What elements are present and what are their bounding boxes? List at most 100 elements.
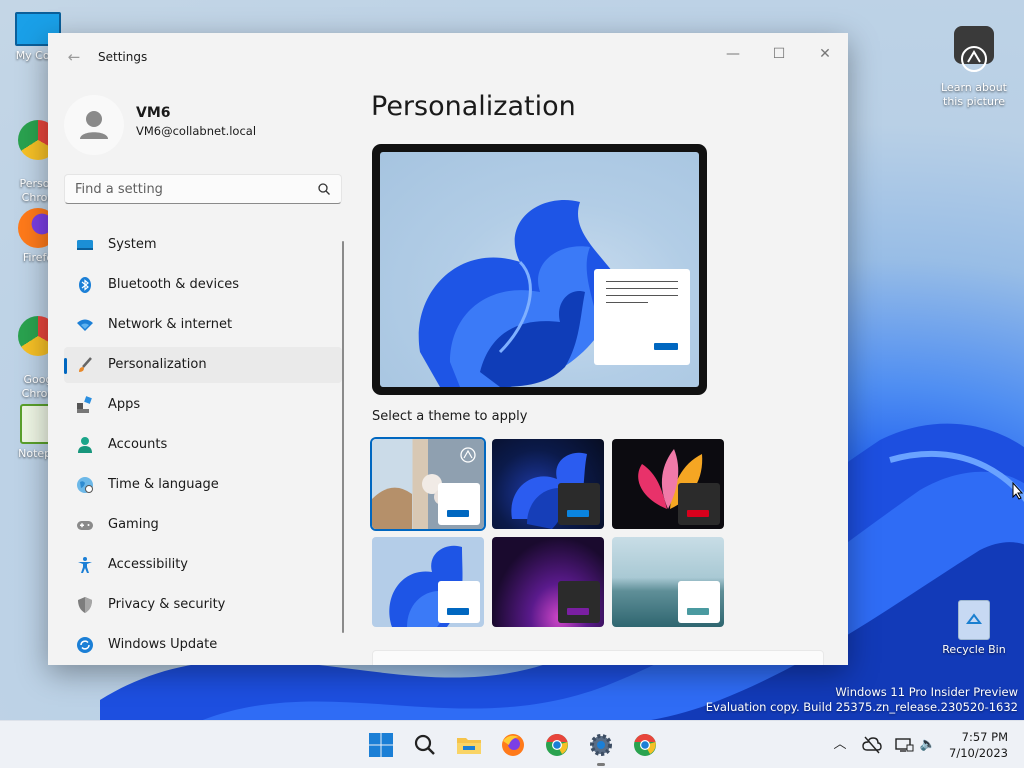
theme-card xyxy=(558,581,600,623)
taskbar: ︿ 🔈 7:57 PM 7/10/2023 xyxy=(0,720,1024,768)
theme-accent-swatch xyxy=(447,608,469,615)
theme-accent-swatch xyxy=(687,608,709,615)
theme-card xyxy=(558,483,600,525)
gamepad-icon xyxy=(77,521,93,530)
desktop-icon-recycle-bin[interactable]: Recycle Bin xyxy=(936,600,1012,657)
show-hidden-icons-button[interactable]: ︿ xyxy=(830,735,850,755)
gear-icon xyxy=(590,734,612,756)
page-title: Personalization xyxy=(371,91,576,122)
sidebar-item-gaming[interactable]: Gaming xyxy=(64,507,342,543)
sidebar-item-label: Privacy & security xyxy=(108,597,226,612)
title-bar[interactable]: ← Settings — ☐ ✕ xyxy=(48,33,848,81)
mouse-cursor-icon xyxy=(1012,481,1024,504)
accounts-icon xyxy=(78,437,92,453)
camera-lens-icon xyxy=(954,26,994,72)
system-clock[interactable]: 7:57 PM 7/10/2023 xyxy=(949,729,1008,761)
theme-flow[interactable] xyxy=(612,537,724,627)
sidebar-item-bluetooth[interactable]: Bluetooth & devices xyxy=(64,267,342,303)
sidebar-item-privacy[interactable]: Privacy & security xyxy=(64,587,342,623)
sidebar-item-label: Windows Update xyxy=(108,637,218,652)
taskbar-settings[interactable] xyxy=(587,731,615,766)
theme-accent-swatch xyxy=(447,510,469,517)
sidebar-item-label: Time & language xyxy=(108,477,219,492)
sidebar-item-label: Gaming xyxy=(108,517,159,532)
preview-dialog xyxy=(594,269,690,365)
os-watermark: Windows 11 Pro Insider Preview Evaluatio… xyxy=(706,685,1018,715)
cloud-offline-icon[interactable] xyxy=(862,735,882,755)
desktop-icon-label: Learn about this picture xyxy=(941,81,1007,108)
settings-window: ← Settings — ☐ ✕ VM6 VM6@collabnet.local… xyxy=(48,33,848,665)
watermark-line: Evaluation copy. Build 25375.zn_release.… xyxy=(705,700,1018,714)
profile-name: VM6 xyxy=(136,105,171,121)
start-button[interactable] xyxy=(367,731,395,759)
apps-icon xyxy=(77,396,92,413)
taskbar-search-button[interactable] xyxy=(411,731,439,759)
sidebar-item-label: Apps xyxy=(108,397,141,412)
chrome-icon xyxy=(634,734,656,756)
theme-accent-swatch xyxy=(567,608,589,615)
theme-glow[interactable] xyxy=(612,439,724,529)
sidebar-item-time-language[interactable]: Time & language xyxy=(64,467,342,503)
preview-text-line xyxy=(606,288,678,289)
taskbar-chrome-2[interactable] xyxy=(631,731,659,759)
theme-windows-spotlight[interactable] xyxy=(372,439,484,529)
window-title: Settings xyxy=(98,50,148,64)
search-box[interactable] xyxy=(64,174,342,204)
search-icon xyxy=(414,734,435,755)
windows-logo-icon xyxy=(369,733,393,757)
maximize-button[interactable]: ☐ xyxy=(756,39,802,69)
brush-icon xyxy=(79,357,92,372)
search-icon[interactable] xyxy=(317,182,331,196)
preview-text-line xyxy=(606,281,678,282)
sidebar-item-label: System xyxy=(108,237,157,252)
preview-text-line xyxy=(606,295,678,296)
sidebar-item-label: Bluetooth & devices xyxy=(108,277,239,292)
sidebar-item-system[interactable]: System xyxy=(64,227,342,263)
back-arrow-icon[interactable]: ← xyxy=(64,47,84,67)
settings-card[interactable] xyxy=(372,650,824,665)
globe-icon xyxy=(77,477,93,493)
wifi-icon xyxy=(77,319,93,331)
desktop-icon-label: Recycle Bin xyxy=(942,643,1006,656)
sidebar-item-windows-update[interactable]: Windows Update xyxy=(64,627,342,663)
update-icon xyxy=(77,637,93,653)
sidebar-item-label: Personalization xyxy=(108,357,207,372)
user-icon xyxy=(80,111,108,139)
sidebar-item-accessibility[interactable]: Accessibility xyxy=(64,547,342,583)
profile-email: VM6@collabnet.local xyxy=(136,124,257,138)
theme-card xyxy=(678,581,720,623)
folder-icon xyxy=(457,738,481,754)
sidebar-scrollbar[interactable] xyxy=(342,241,344,633)
minimize-button[interactable]: — xyxy=(710,39,756,69)
sidebar-item-label: Accessibility xyxy=(108,557,188,572)
taskbar-file-explorer[interactable] xyxy=(455,731,483,759)
system-icon xyxy=(77,240,93,250)
sidebar-item-label: Network & internet xyxy=(108,317,233,332)
running-indicator xyxy=(597,763,605,766)
firefox-icon xyxy=(502,734,524,756)
theme-windows-light[interactable] xyxy=(372,537,484,627)
theme-accent-swatch xyxy=(567,510,589,517)
sidebar-item-accounts[interactable]: Accounts xyxy=(64,427,342,463)
network-icon[interactable] xyxy=(894,735,914,755)
sidebar-item-apps[interactable]: Apps xyxy=(64,387,342,423)
preview-wallpaper xyxy=(380,152,699,387)
theme-captured-motion[interactable] xyxy=(492,537,604,627)
theme-section-label: Select a theme to apply xyxy=(372,409,528,424)
desktop-icon-learn-about-picture[interactable]: Learn about this picture xyxy=(936,12,1012,109)
close-button[interactable]: ✕ xyxy=(802,39,848,69)
taskbar-firefox[interactable] xyxy=(499,731,527,759)
sidebar-item-personalization[interactable]: Personalization xyxy=(64,347,342,383)
sidebar-item-network[interactable]: Network & internet xyxy=(64,307,342,343)
avatar[interactable] xyxy=(64,95,124,155)
accessibility-icon xyxy=(78,557,92,573)
search-input[interactable] xyxy=(65,175,325,203)
sidebar-item-label: Accounts xyxy=(108,437,168,452)
theme-grid xyxy=(372,439,732,629)
taskbar-chrome[interactable] xyxy=(543,731,571,759)
clock-time: 7:57 PM xyxy=(961,730,1008,744)
chrome-icon xyxy=(546,734,568,756)
volume-icon[interactable]: 🔈 xyxy=(918,735,938,755)
theme-windows-dark[interactable] xyxy=(492,439,604,529)
sidebar-nav: System Bluetooth & devices Network & int… xyxy=(64,227,342,665)
